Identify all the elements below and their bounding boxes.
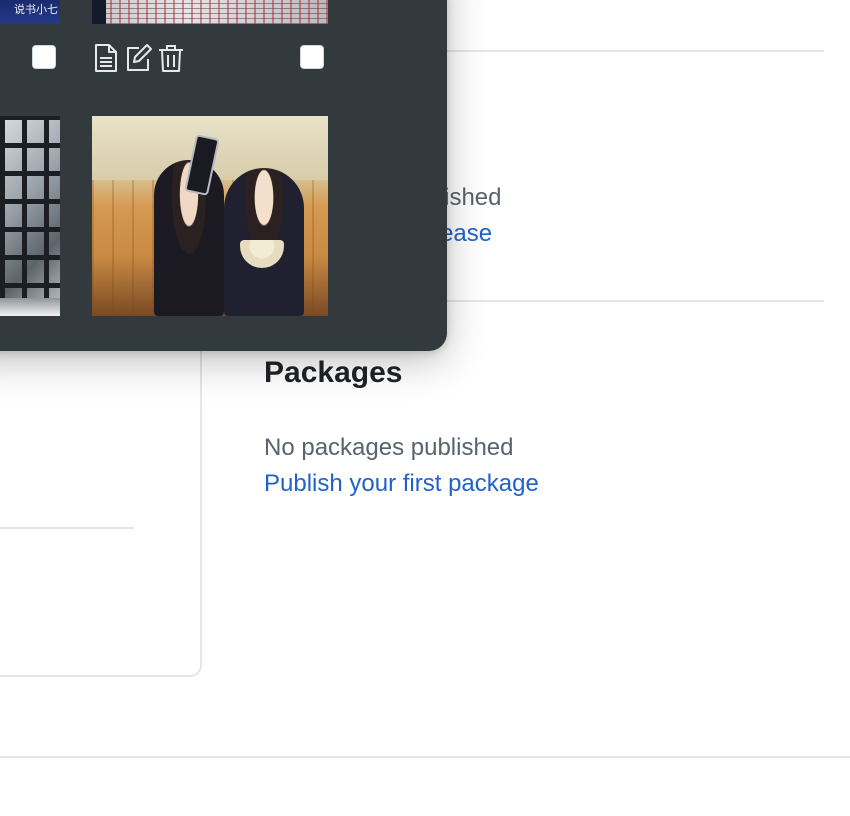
readme-box (0, 300, 202, 677)
edit-icon[interactable] (125, 43, 153, 73)
trash-icon[interactable] (157, 43, 185, 73)
sidebar-divider-top (420, 50, 824, 52)
image-picker-popup: 说书小七 (0, 0, 447, 351)
page: No releases published Create a new relea… (0, 0, 850, 816)
thumbnail-caption: 说书小七 (14, 4, 58, 16)
select-checkbox-left[interactable] (32, 45, 56, 69)
thumbnail-edge (92, 0, 106, 24)
select-checkbox-right[interactable] (300, 45, 324, 69)
thumbnail-top-left[interactable]: 说书小七 (0, 0, 60, 24)
sidebar-divider-middle (420, 300, 824, 302)
document-icon[interactable] (93, 43, 121, 73)
thumbnail-top-right[interactable] (92, 0, 328, 24)
publish-package-link[interactable]: Publish your first package (264, 469, 539, 499)
thumbnail-middle-right[interactable] (92, 116, 328, 316)
packages-empty-text: No packages published (264, 434, 514, 461)
packages-heading: Packages (264, 356, 403, 389)
footer-divider (0, 756, 850, 758)
thumbnail-middle-left[interactable] (0, 116, 60, 316)
readme-divider (0, 527, 134, 529)
thumbnail-shading (0, 298, 60, 316)
